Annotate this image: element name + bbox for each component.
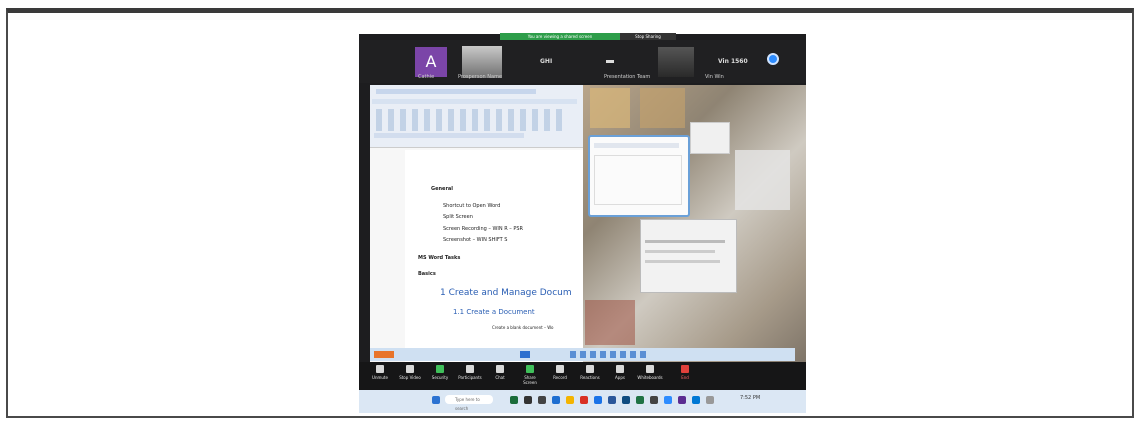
microphone-icon (376, 365, 384, 373)
taskbar-app-icon[interactable] (664, 396, 672, 404)
taskbar-app-icon[interactable] (524, 396, 532, 404)
doc-heading-tasks: MS Word Tasks (418, 255, 461, 261)
doc-bullet: Screenshot – WIN SHIFT S (443, 237, 508, 243)
taskbar-app-icon[interactable] (580, 396, 588, 404)
whiteboard-icon (646, 365, 654, 373)
stop-video-button[interactable]: Stop Video (397, 365, 423, 380)
taskbar-app-icon[interactable] (566, 396, 574, 404)
taskbar-app-icon[interactable] (650, 396, 658, 404)
video-icon (406, 365, 414, 373)
photo-block (735, 150, 790, 210)
reaction-icon (586, 365, 594, 373)
doc-heading-basics: Basics (418, 271, 436, 277)
taskbar-app-icon[interactable] (706, 396, 714, 404)
doc-subsection-heading: 1.1 Create a Document (453, 308, 535, 316)
share-icon (526, 365, 534, 373)
record-button[interactable]: Record (547, 365, 573, 380)
participant-name: Vin Win (705, 74, 724, 80)
unmute-button[interactable]: Unmute (367, 365, 393, 380)
apps-button[interactable]: Apps (607, 365, 633, 380)
taskbar-app-icon[interactable] (538, 396, 546, 404)
context-menu[interactable] (640, 219, 737, 293)
taskbar-app-icon[interactable] (622, 396, 630, 404)
end-icon (681, 365, 689, 373)
share-screen-button[interactable]: Share Screen (517, 365, 543, 385)
doc-bullet: Shortcut to Open Word (443, 203, 501, 209)
chat-button[interactable]: Chat (487, 365, 513, 380)
reactions-button[interactable]: Reactions (577, 365, 603, 380)
start-icon[interactable] (432, 396, 440, 404)
participants-button[interactable]: Participants (457, 365, 483, 380)
gallery-next-icon[interactable] (767, 53, 779, 65)
taskbar-search[interactable]: Type here to search (445, 395, 493, 411)
stop-share-button[interactable]: Stop Sharing (620, 33, 676, 40)
doc-sub-item: Create a blank document – Wo (492, 325, 554, 330)
whiteboards-button[interactable]: Whiteboards (637, 365, 663, 380)
participant-name: Prosperson Name (458, 74, 503, 80)
photo-block (640, 88, 685, 128)
participant-tile-placeholder[interactable] (606, 60, 614, 63)
inner-taskbar[interactable] (370, 348, 795, 361)
record-icon (556, 365, 564, 373)
taskbar-app-icon[interactable] (510, 396, 518, 404)
word-ribbon[interactable] (370, 85, 583, 148)
popup-dialog[interactable] (588, 135, 690, 217)
participant-tile-avatar[interactable]: A (415, 47, 447, 77)
shield-icon (436, 365, 444, 373)
secondary-window[interactable] (690, 122, 730, 154)
participant-name: Presentation Team (604, 74, 651, 80)
doc-bullet: Split Screen (443, 214, 473, 220)
end-button[interactable]: End (672, 365, 698, 380)
system-tray-clock[interactable]: 7:52 PM (740, 395, 760, 401)
people-icon (466, 365, 474, 373)
participant-name: Cathie (418, 74, 435, 80)
taskbar-app-icon[interactable] (594, 396, 602, 404)
taskbar-app-icon[interactable] (678, 396, 686, 404)
participant-video-tile[interactable] (658, 47, 694, 77)
share-status-bar: You are viewing a shared screen (500, 33, 620, 40)
taskbar-app-icon[interactable] (552, 396, 560, 404)
doc-section-heading: 1 Create and Manage Docum (440, 288, 572, 298)
doc-heading-general: General (431, 186, 453, 192)
doc-bullet: Screen Recording – WIN R – PSR (443, 226, 524, 232)
taskbar-app-icon[interactable] (692, 396, 700, 404)
photo-block (590, 88, 630, 128)
security-button[interactable]: Security (427, 365, 453, 380)
apps-icon (616, 365, 624, 373)
chat-icon (496, 365, 504, 373)
taskbar-app-icon[interactable] (608, 396, 616, 404)
photo-block (585, 300, 635, 345)
taskbar-app-icon[interactable] (636, 396, 644, 404)
